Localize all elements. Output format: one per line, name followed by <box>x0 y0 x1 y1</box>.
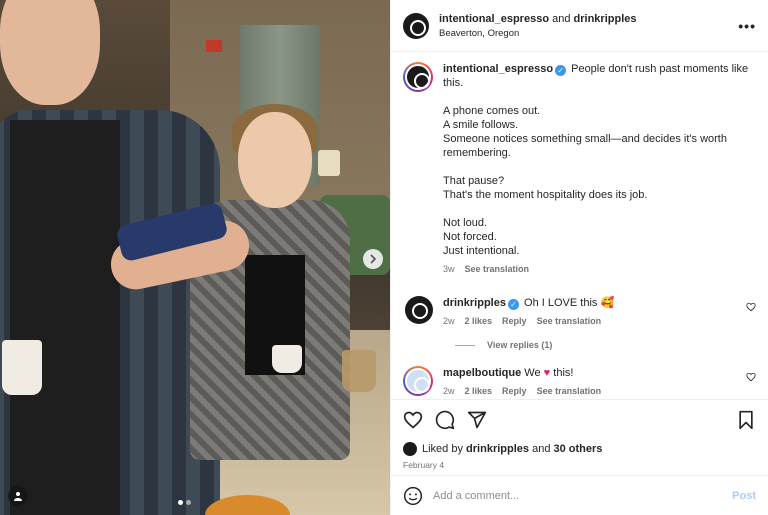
and-text: and <box>552 12 571 25</box>
more-horizontal-icon: ••• <box>738 17 756 34</box>
author-username[interactable]: intentional_espresso <box>439 13 549 25</box>
collaborator-username[interactable]: drinkripples <box>574 13 637 25</box>
post-actions-bar <box>391 399 768 439</box>
liked-by-avatar[interactable] <box>403 442 417 456</box>
commenter-avatar <box>405 368 431 394</box>
comment-item: mapelboutique We ♥ this! 2w 2 likes Repl… <box>403 366 756 396</box>
coffee-cup <box>342 350 376 392</box>
caption-author[interactable]: intentional_espresso <box>443 63 553 75</box>
header-text: intentional_espresso and drinkripples Be… <box>439 13 738 39</box>
comment-meta: 2w 2 likes Reply See translation <box>443 386 746 396</box>
comments-section: intentional_espresso ✓ People don't rush … <box>391 52 768 399</box>
emoji-icon[interactable] <box>403 486 423 506</box>
comment-input[interactable] <box>433 489 733 502</box>
carousel-dot <box>178 500 183 505</box>
carousel-next-button[interactable] <box>363 249 383 269</box>
caption-text: intentional_espresso ✓ People don't rush … <box>443 62 756 258</box>
coffee-cup <box>272 345 302 373</box>
view-replies-button[interactable]: View replies (1) <box>455 340 756 350</box>
reply-button[interactable]: Reply <box>502 316 527 326</box>
comment-composer: Post <box>391 475 768 515</box>
carousel-indicator <box>178 500 191 505</box>
post-photo[interactable] <box>0 0 390 515</box>
caption-paragraph: A phone comes out. A smile follows. Some… <box>443 105 727 159</box>
caption-paragraph: That pause? That's the moment hospitalit… <box>443 175 648 201</box>
verified-badge-icon: ✓ <box>507 299 519 310</box>
liked-by-and: and <box>532 443 551 455</box>
exit-sign <box>206 40 222 52</box>
caption-meta: 3w See translation <box>443 264 756 274</box>
comment-body: We <box>524 367 541 379</box>
see-translation-link[interactable]: See translation <box>537 316 602 326</box>
verified-badge-icon: ✓ <box>555 65 567 76</box>
caption: intentional_espresso ✓ People don't rush … <box>403 62 756 274</box>
user-tag-icon <box>14 492 22 501</box>
man-tshirt <box>10 120 120 515</box>
post-details-panel: intentional_espresso and drinkripples Be… <box>390 0 768 515</box>
woman-head <box>238 112 312 208</box>
bookmark-icon[interactable] <box>736 410 756 430</box>
coffee-cup <box>2 340 42 395</box>
comment-author[interactable]: drinkripples <box>443 297 506 309</box>
share-icon[interactable] <box>467 410 487 430</box>
caption-time[interactable]: 3w <box>443 264 455 274</box>
see-translation-link[interactable]: See translation <box>465 264 530 274</box>
caption-avatar <box>405 64 431 90</box>
reply-button[interactable]: Reply <box>502 386 527 396</box>
more-options-button[interactable]: ••• <box>738 18 756 34</box>
comment-text: mapelboutique We ♥ this! <box>443 366 746 380</box>
man-head <box>0 0 100 105</box>
comment-body: this! <box>553 367 574 379</box>
comment-meta: 2w 2 likes Reply See translation <box>443 316 746 326</box>
tagged-users-button[interactable] <box>8 486 28 506</box>
post-comment-button[interactable]: Post <box>732 490 756 502</box>
comment-text: drinkripples ✓ Oh I LOVE this 🥰 <box>443 296 746 310</box>
author-avatar-ring[interactable] <box>403 62 433 92</box>
instagram-post-view: intentional_espresso and drinkripples Be… <box>0 0 768 515</box>
commenter-avatar-ring[interactable] <box>403 366 433 396</box>
post-header: intentional_espresso and drinkripples Be… <box>391 0 768 52</box>
liked-by-user[interactable]: drinkripples <box>466 443 529 455</box>
liked-by-others[interactable]: 30 others <box>554 443 603 455</box>
view-replies-label: View replies (1) <box>487 340 553 350</box>
location-link[interactable]: Beaverton, Oregon <box>439 28 738 39</box>
comment-likes[interactable]: 2 likes <box>465 316 493 326</box>
carousel-dot <box>186 500 191 505</box>
liked-by-row: Liked by drinkripples and 30 others <box>391 439 768 459</box>
author-avatar[interactable] <box>403 12 429 39</box>
liked-by-prefix: Liked by <box>422 443 463 455</box>
comment-like-heart-icon[interactable] <box>746 372 756 382</box>
heart-icon[interactable] <box>403 410 423 430</box>
post-date[interactable]: February 4 <box>391 459 768 475</box>
replies-divider <box>455 344 475 346</box>
lamp <box>318 150 340 176</box>
comment-likes[interactable]: 2 likes <box>465 386 493 396</box>
comment-icon[interactable] <box>435 410 455 430</box>
comment-author[interactable]: mapelboutique <box>443 367 521 379</box>
see-translation-link[interactable]: See translation <box>537 386 602 396</box>
comment-like-heart-icon[interactable] <box>746 302 756 312</box>
comment-item: drinkripples ✓ Oh I LOVE this 🥰 2w 2 like… <box>403 296 756 326</box>
heart-emoji-icon: ♥ <box>543 367 551 379</box>
comment-time[interactable]: 2w <box>443 316 455 326</box>
commenter-avatar[interactable] <box>405 296 433 324</box>
comment-time[interactable]: 2w <box>443 386 455 396</box>
chevron-right-icon <box>370 254 377 264</box>
comment-body: Oh I LOVE this 🥰 <box>524 297 615 309</box>
caption-paragraph: Not loud. Not forced. Just intentional. <box>443 217 520 257</box>
